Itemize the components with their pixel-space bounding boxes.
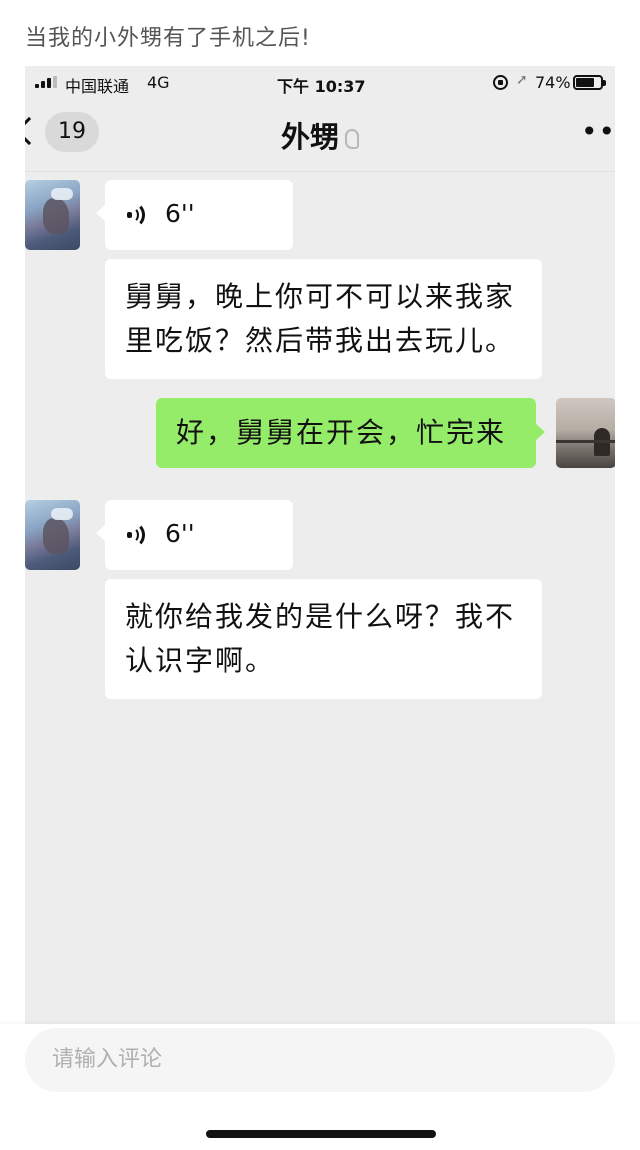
page: 当我的小外甥有了手机之后! 中国联通 4G 下午 10:37 ➚ 74% 19 … [0, 0, 640, 1150]
chat-nav-bar: 19 外甥 ••• [25, 100, 615, 172]
avatar-me[interactable] [556, 398, 615, 468]
battery-icon [573, 75, 606, 90]
avatar-nephew[interactable] [25, 180, 80, 250]
carrier-name: 中国联通 [65, 77, 130, 96]
lock-icon [493, 75, 508, 90]
comment-bar: 请输入评论 [0, 1024, 640, 1150]
message-bubble-incoming[interactable]: 就你给我发的是什么呀？我不认识字啊。 [105, 579, 542, 699]
voice-icon [127, 202, 149, 228]
battery-percent: 74% [535, 73, 571, 92]
comment-input[interactable]: 请输入评论 [25, 1028, 615, 1092]
voice-message[interactable]: 6'' [96, 180, 293, 250]
chat-title-text: 外甥 [280, 120, 339, 154]
chat-screenshot: 中国联通 4G 下午 10:37 ➚ 74% 19 外甥 ••• 6'' 舅 [25, 66, 615, 1024]
home-indicator[interactable] [206, 1130, 436, 1138]
chat-title: 外甥 [25, 114, 615, 156]
more-icon[interactable]: ••• [581, 118, 615, 146]
avatar-nephew[interactable] [25, 500, 80, 570]
status-time: 下午 10:37 [277, 77, 366, 96]
mute-icon [345, 129, 359, 149]
message-text: 好，舅舅在开会，忙完来 [176, 416, 507, 449]
message-bubble-outgoing[interactable]: 好，舅舅在开会，忙完来 [156, 398, 545, 468]
message-bubble-incoming[interactable]: 舅舅，晚上你可不可以来我家里吃饭？然后带我出去玩儿。 [105, 259, 542, 379]
signal-icon [35, 76, 57, 88]
voice-message[interactable]: 6'' [96, 500, 293, 570]
network-type: 4G [147, 73, 170, 92]
message-text: 就你给我发的是什么呀？我不认识字啊。 [125, 600, 516, 677]
voice-duration: 6'' [165, 199, 195, 228]
voice-icon [127, 522, 149, 548]
post-caption: 当我的小外甥有了手机之后! [25, 26, 311, 51]
status-bar: 中国联通 4G 下午 10:37 ➚ 74% [25, 66, 615, 100]
voice-duration: 6'' [165, 519, 195, 548]
location-icon: ➚ [516, 72, 528, 88]
message-text: 舅舅，晚上你可不可以来我家里吃饭？然后带我出去玩儿。 [125, 280, 516, 357]
